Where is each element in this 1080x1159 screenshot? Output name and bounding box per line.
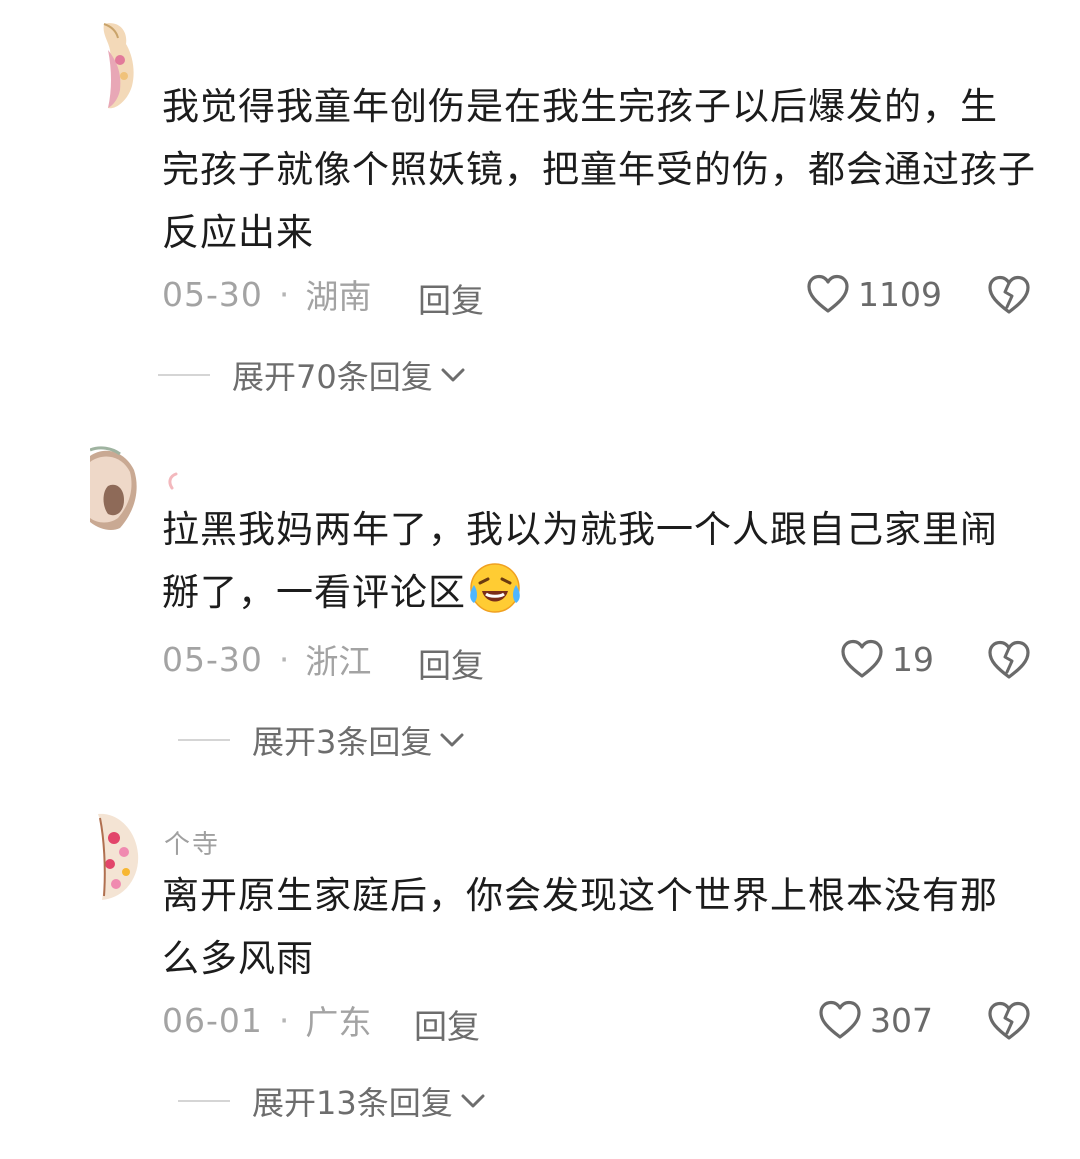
broken-heart-icon[interactable] [987,638,1031,682]
username[interactable]: 个寺 [164,824,220,861]
comment-location: 广东 [305,1003,372,1042]
divider-line [158,374,210,376]
comment-location: 浙江 [305,642,372,681]
comment-date: 06-01 [162,1000,263,1040]
comment-meta: 06-01 · 广东 [162,998,372,1043]
like-count: 1109 [858,274,942,314]
crying-laughing-emoji [468,561,522,615]
like-button[interactable]: 307 [818,996,933,1044]
reply-button[interactable]: 回复 [418,274,484,322]
meta-separator: · [278,1000,290,1040]
expand-replies-label: 展开70条回复 [232,358,433,396]
meta-separator: · [278,274,290,314]
avatar[interactable] [98,20,142,112]
reply-button[interactable]: 回复 [414,1000,480,1048]
chevron-down-icon [441,368,465,382]
divider-line [178,1100,230,1102]
comment-location: 湖南 [305,277,372,316]
avatar[interactable] [90,442,138,532]
heart-outline-icon [841,639,883,678]
heart-outline-icon [807,274,849,313]
expand-replies-button[interactable]: 展开70条回复 [158,352,467,398]
chevron-down-icon [440,733,464,747]
comment-text-line: 掰了，一看评论区 [162,571,466,614]
chevron-down-icon [461,1094,485,1108]
heart-outline-icon [819,1000,861,1039]
comment-text-line: 反应出来 [162,211,314,254]
expand-replies-button[interactable]: 展开13条回复 [178,1078,487,1124]
comment-text: 拉黑我妈两年了，我以为就我一个人跟自己家里闹 掰了，一看评论区 [162,498,1052,624]
comment-meta: 05-30 · 湖南 [162,272,372,317]
like-count: 307 [870,1000,933,1040]
comment-meta: 05-30 · 浙江 [162,637,372,682]
like-button[interactable]: 19 [840,635,934,683]
reply-button[interactable]: 回复 [418,639,484,687]
comment-text: 离开原生家庭后，你会发现这个世界上根本没有那 么多风雨 [162,864,1052,990]
comment-text-line: 我觉得我童年创伤是在我生完孩子以后爆发的，生 [162,85,998,128]
comment-text-line: 么多风雨 [162,937,314,980]
expand-replies-label: 展开3条回复 [252,723,433,761]
comment-text-line: 离开原生家庭后，你会发现这个世界上根本没有那 [162,874,998,917]
expand-replies-button[interactable]: 展开3条回复 [178,717,466,763]
avatar[interactable] [98,808,140,902]
expand-replies-label: 展开13条回复 [252,1084,453,1122]
divider-line [178,739,230,741]
broken-heart-icon[interactable] [987,999,1031,1043]
comment-text-line: 拉黑我妈两年了，我以为就我一个人跟自己家里闹 [162,508,998,551]
comment-text-line: 完孩子就像个照妖镜，把童年受的伤，都会通过孩子 [162,148,1036,191]
username-placeholder-mark [168,472,178,490]
comment-date: 05-30 [162,274,263,314]
meta-separator: · [278,639,290,679]
broken-heart-icon[interactable] [987,273,1031,317]
like-count: 19 [892,639,934,679]
like-button[interactable]: 1109 [806,270,942,318]
comment-date: 05-30 [162,639,263,679]
comment-text: 我觉得我童年创伤是在我生完孩子以后爆发的，生 完孩子就像个照妖镜，把童年受的伤，… [162,75,1052,264]
